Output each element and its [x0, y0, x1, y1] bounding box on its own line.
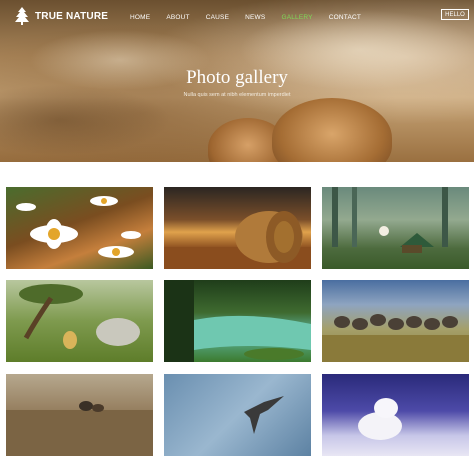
page-subtitle: Nulla quis sem at nibh elementum imperdi… — [183, 92, 291, 98]
main-nav: HOME ABOUT CAUSE NEWS GALLERY CONTACT — [130, 14, 377, 21]
gallery-photo-bonsai-tree[interactable] — [6, 280, 153, 362]
brand-name: TRUE NATURE — [35, 10, 109, 22]
tree-icon — [15, 7, 29, 25]
nav-cause[interactable]: CAUSE — [206, 14, 229, 21]
gallery-photo-ducks-on-shore[interactable] — [6, 374, 153, 456]
gallery-photo-arctic-fox[interactable] — [322, 374, 469, 456]
brand-logo[interactable]: TRUE NATURE — [14, 7, 108, 25]
ostrich-flock-image — [322, 314, 469, 362]
nav-gallery[interactable]: GALLERY — [281, 14, 312, 21]
gallery-photo-bird-over-water[interactable] — [164, 374, 311, 456]
nav-about[interactable]: ABOUT — [166, 14, 189, 21]
forest-camp-image — [332, 187, 448, 253]
daisies-image — [16, 196, 141, 258]
gallery-photo-hay-bale[interactable] — [164, 187, 311, 269]
bonsai-tree-image — [19, 284, 140, 349]
ducks-image — [6, 401, 153, 456]
arctic-fox-image — [358, 398, 402, 440]
bird-image — [244, 396, 284, 434]
gallery-photo-ostrich-flock[interactable] — [322, 280, 469, 362]
gallery-photo-misty-forest-camp[interactable] — [322, 187, 469, 269]
gallery-photo-forest-river[interactable] — [164, 280, 311, 362]
nav-home[interactable]: HOME — [130, 14, 150, 21]
nav-news[interactable]: NEWS — [245, 14, 265, 21]
gallery-photo-daisies[interactable] — [6, 187, 153, 269]
nav-contact[interactable]: CONTACT — [329, 14, 361, 21]
page-title: Photo gallery — [186, 67, 288, 88]
hay-bale-image — [164, 211, 311, 269]
hello-button[interactable]: HELLO — [441, 9, 469, 20]
forest-river-image — [164, 280, 311, 362]
